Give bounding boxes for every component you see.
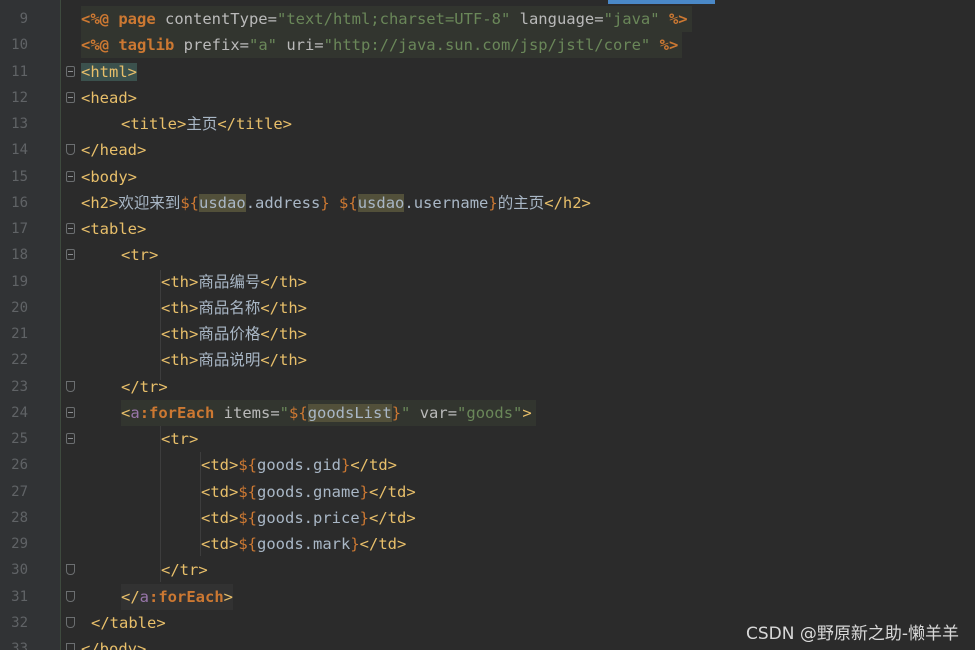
code-line[interactable]: 18 <tr>	[0, 242, 975, 268]
fold-toggle-icon[interactable]	[66, 92, 75, 103]
code-line[interactable]: 24 <a:forEach items="${goodsList}" var="…	[0, 400, 975, 426]
line-number: 21	[11, 326, 28, 342]
line-number: 9	[19, 11, 28, 27]
line-number: 31	[11, 589, 28, 605]
line-number: 32	[11, 615, 28, 631]
fold-toggle-icon[interactable]	[66, 249, 75, 260]
code-text[interactable]: <table>	[81, 216, 146, 242]
fold-end-icon[interactable]	[66, 381, 75, 392]
code-text[interactable]: </tr>	[161, 557, 208, 583]
fold-toggle-icon[interactable]	[66, 66, 75, 77]
code-line[interactable]: 12 <head>	[0, 85, 975, 111]
code-line[interactable]: 23 </tr>	[0, 374, 975, 400]
line-number: 22	[11, 352, 28, 368]
code-line[interactable]: 11 <html>	[0, 59, 975, 85]
code-text[interactable]: <h2>欢迎来到${usdao.address} ${usdao.usernam…	[81, 190, 591, 216]
code-text[interactable]: <%@ taglib prefix="a" uri="http://java.s…	[81, 32, 683, 58]
line-number: 19	[11, 274, 28, 290]
code-text[interactable]: <th>商品编号</th>	[161, 269, 307, 295]
code-text[interactable]: <td>${goods.mark}</td>	[201, 531, 406, 557]
line-number: 13	[11, 116, 28, 132]
fold-toggle-icon[interactable]	[66, 171, 75, 182]
line-number: 23	[11, 379, 28, 395]
line-number: 30	[11, 562, 28, 578]
code-text[interactable]: <head>	[81, 85, 137, 111]
line-number: 25	[11, 431, 28, 447]
code-text[interactable]: <title>主页</title>	[121, 111, 292, 137]
line-number: 16	[11, 195, 28, 211]
code-line[interactable]: 22 <th>商品说明</th>	[0, 347, 975, 373]
code-line[interactable]: 10 <%@ taglib prefix="a" uri="http://jav…	[0, 32, 975, 58]
code-line[interactable]: 28 <td>${goods.price}</td>	[0, 505, 975, 531]
code-text[interactable]: <tr>	[161, 426, 198, 452]
code-text[interactable]: </table>	[91, 610, 166, 636]
code-text[interactable]: <a:forEach items="${goodsList}" var="goo…	[121, 400, 536, 426]
code-line[interactable]: 30 </tr>	[0, 557, 975, 583]
active-tab-indicator	[608, 0, 715, 4]
code-text[interactable]: <th>商品名称</th>	[161, 295, 307, 321]
fold-end-icon[interactable]	[66, 144, 75, 155]
code-line[interactable]: 15 <body>	[0, 164, 975, 190]
code-line[interactable]: 29 <td>${goods.mark}</td>	[0, 531, 975, 557]
line-number: 15	[11, 169, 28, 185]
line-number: 20	[11, 300, 28, 316]
code-line[interactable]: 9 <%@ page contentType="text/html;charse…	[0, 6, 975, 32]
code-text[interactable]: </head>	[81, 137, 146, 163]
code-line[interactable]: 17 <table>	[0, 216, 975, 242]
line-number: 10	[11, 37, 28, 53]
code-line[interactable]: 14 </head>	[0, 137, 975, 163]
line-number: 33	[11, 641, 28, 650]
line-number: 29	[11, 536, 28, 552]
code-line[interactable]: 31 </a:forEach>	[0, 584, 975, 610]
fold-end-icon[interactable]	[66, 617, 75, 628]
line-number: 27	[11, 484, 28, 500]
code-line[interactable]: 21 <th>商品价格</th>	[0, 321, 975, 347]
fold-end-icon[interactable]	[66, 643, 75, 650]
code-line[interactable]: 13 <title>主页</title>	[0, 111, 975, 137]
code-text[interactable]: <td>${goods.gname}</td>	[201, 479, 416, 505]
line-number: 14	[11, 142, 28, 158]
code-line[interactable]: 16 <h2>欢迎来到${usdao.address} ${usdao.user…	[0, 190, 975, 216]
code-text[interactable]: </a:forEach>	[121, 584, 234, 610]
line-number: 26	[11, 457, 28, 473]
fold-end-icon[interactable]	[66, 564, 75, 575]
code-line[interactable]: 26 <td>${goods.gid}</td>	[0, 452, 975, 478]
code-editor[interactable]: 9 <%@ page contentType="text/html;charse…	[0, 0, 975, 650]
code-text[interactable]: <tr>	[121, 242, 158, 268]
fold-toggle-icon[interactable]	[66, 223, 75, 234]
code-text[interactable]: <html>	[81, 59, 137, 85]
code-text[interactable]: <td>${goods.gid}</td>	[201, 452, 397, 478]
line-number: 18	[11, 247, 28, 263]
line-number: 12	[11, 90, 28, 106]
code-text[interactable]: <th>商品说明</th>	[161, 347, 307, 373]
code-text[interactable]: </tr>	[121, 374, 168, 400]
code-line[interactable]: 20 <th>商品名称</th>	[0, 295, 975, 321]
code-text[interactable]: <th>商品价格</th>	[161, 321, 307, 347]
line-number: 28	[11, 510, 28, 526]
fold-toggle-icon[interactable]	[66, 407, 75, 418]
fold-toggle-icon[interactable]	[66, 433, 75, 444]
code-line[interactable]: 19 <th>商品编号</th>	[0, 269, 975, 295]
code-line[interactable]: 27 <td>${goods.gname}</td>	[0, 479, 975, 505]
code-text[interactable]: </body>	[81, 636, 146, 650]
code-text[interactable]: <%@ page contentType="text/html;charset=…	[81, 6, 692, 32]
watermark: CSDN @野原新之助-懒羊羊	[745, 624, 959, 644]
line-number: 17	[11, 221, 28, 237]
code-text[interactable]: <td>${goods.price}</td>	[201, 505, 416, 531]
code-text[interactable]: <body>	[81, 164, 137, 190]
line-number: 24	[11, 405, 28, 421]
fold-end-icon[interactable]	[66, 591, 75, 602]
line-number: 11	[11, 64, 28, 80]
code-line[interactable]: 25 <tr>	[0, 426, 975, 452]
